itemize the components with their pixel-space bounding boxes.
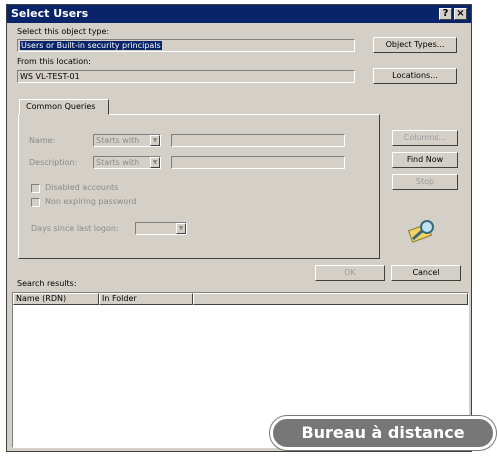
chevron-down-icon: ▼	[176, 223, 186, 234]
cancel-button[interactable]: Cancel	[391, 265, 461, 281]
disabled-accounts-label: Disabled accounts	[45, 183, 119, 192]
object-type-label: Select this object type:	[17, 27, 110, 36]
search-results-label: Search results:	[17, 279, 77, 288]
window-title: Select Users	[11, 7, 89, 20]
name-mode-select[interactable]: Starts with ▼	[93, 134, 161, 147]
location-label: From this location:	[17, 57, 91, 66]
tab-common-queries[interactable]: Common Queries	[19, 99, 109, 115]
column-header-name[interactable]: Name (RDN)	[13, 293, 99, 305]
chevron-down-icon: ▼	[150, 157, 160, 168]
days-since-logon-label: Days since last logon:	[31, 224, 119, 233]
name-input[interactable]	[171, 134, 345, 147]
disabled-accounts-checkbox[interactable]	[31, 184, 40, 193]
ok-button[interactable]: OK	[315, 265, 385, 281]
object-types-button[interactable]: Object Types...	[373, 37, 457, 53]
column-header-folder[interactable]: In Folder	[99, 293, 193, 305]
magnifier-icon	[407, 220, 434, 243]
non-expiring-checkbox[interactable]	[31, 198, 40, 207]
description-mode-select[interactable]: Starts with ▼	[93, 156, 161, 169]
description-input[interactable]	[171, 156, 345, 169]
description-label: Description:	[29, 158, 78, 167]
help-button[interactable]: ?	[439, 8, 452, 20]
object-type-value: Users or Built-in security principals	[20, 41, 162, 50]
stop-button[interactable]: Stop	[392, 174, 458, 190]
days-since-logon-select[interactable]: ▼	[135, 222, 187, 235]
close-button[interactable]: ×	[454, 8, 467, 20]
columns-button[interactable]: Columns...	[392, 130, 458, 146]
object-type-field: Users or Built-in security principals	[17, 39, 355, 52]
non-expiring-label: Non expiring password	[45, 197, 137, 206]
remote-desktop-badge: Bureau à distance	[270, 416, 496, 450]
name-label: Name:	[29, 136, 56, 145]
title-bar[interactable]: Select Users ? ×	[7, 5, 471, 23]
column-header-empty	[193, 293, 468, 305]
description-mode-value: Starts with	[96, 158, 140, 167]
location-field: WS VL-TEST-01	[17, 70, 355, 83]
chevron-down-icon: ▼	[150, 135, 160, 146]
name-mode-value: Starts with	[96, 136, 140, 145]
select-users-dialog: Select Users ? × Select this object type…	[6, 4, 472, 452]
locations-button[interactable]: Locations...	[373, 68, 457, 84]
find-now-button[interactable]: Find Now	[392, 152, 458, 168]
